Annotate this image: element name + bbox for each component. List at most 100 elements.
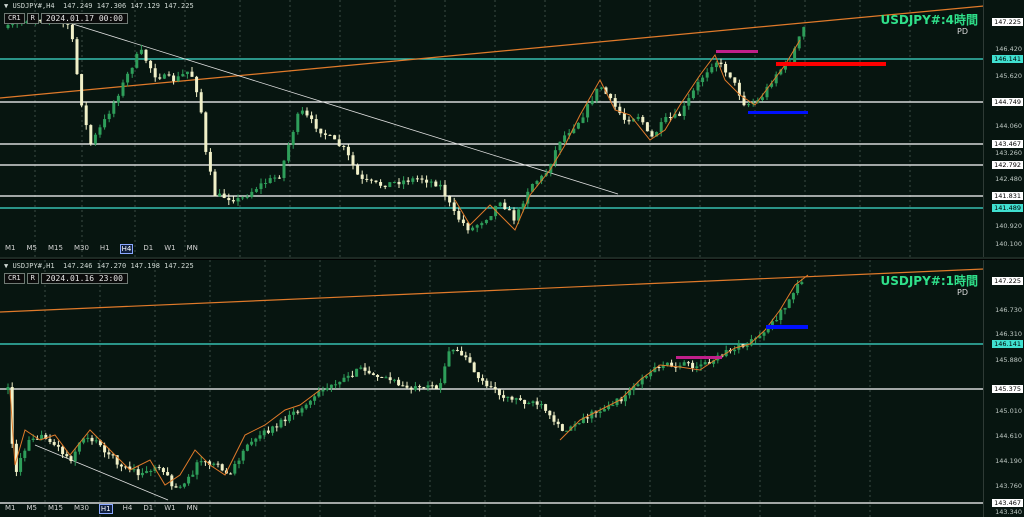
candle-body <box>69 456 73 462</box>
candle-body <box>426 385 430 388</box>
candle-body <box>241 450 245 461</box>
chart-pane-h4[interactable]: ▼ USDJPY#,H4 147.249 147.306 147.129 147… <box>0 0 1024 259</box>
axis-tick: 143.340 <box>995 508 1022 516</box>
level-label: 142.792 <box>992 161 1023 169</box>
candle-body <box>266 430 270 433</box>
candle-body <box>556 421 560 425</box>
tf-m30[interactable]: M30 <box>73 504 90 514</box>
cr1-button[interactable]: CR1 <box>4 13 25 24</box>
candle-body <box>728 72 732 78</box>
chart-pane-h1[interactable]: ▼ USDJPY#,H1 147.246 147.270 147.198 147… <box>0 260 1024 517</box>
candle-body <box>475 225 479 228</box>
tf-m5[interactable]: M5 <box>26 504 39 514</box>
candle-body <box>696 82 700 91</box>
collapse-triangle-icon[interactable]: ▼ <box>4 2 8 10</box>
candle-body <box>691 90 695 99</box>
candle-body <box>296 113 300 132</box>
tf-d1[interactable]: D1 <box>142 504 154 514</box>
tf-h4[interactable]: H4 <box>119 244 134 254</box>
candle-body <box>346 146 350 156</box>
candle-body <box>415 178 419 180</box>
tf-m15[interactable]: M15 <box>47 504 64 514</box>
r-button[interactable]: R <box>26 273 39 284</box>
candle-body <box>484 219 488 224</box>
candle-body <box>565 430 569 432</box>
candle-body <box>659 122 663 133</box>
axis-tick: 145.880 <box>995 356 1022 364</box>
candle-body <box>405 385 409 388</box>
candle-body <box>641 116 645 123</box>
candle-body <box>107 113 111 120</box>
tf-d1[interactable]: D1 <box>142 244 154 254</box>
candle-body <box>558 141 562 151</box>
candle-body <box>581 117 585 123</box>
candle-body <box>342 377 346 382</box>
candle-body <box>157 467 161 469</box>
candle-body <box>287 145 291 161</box>
tf-mn[interactable]: MN <box>186 504 199 514</box>
tf-h1[interactable]: H1 <box>98 504 113 514</box>
price-chart-h1[interactable] <box>0 260 984 517</box>
r-button[interactable]: R <box>26 13 39 24</box>
collapse-triangle-icon[interactable]: ▼ <box>4 262 8 270</box>
level-label: 141.489 <box>992 204 1023 212</box>
candle-body <box>451 349 455 352</box>
candle-body <box>182 483 186 487</box>
candle-body <box>195 462 199 475</box>
candle-body <box>512 210 516 221</box>
tf-m1[interactable]: M1 <box>4 244 17 254</box>
candle-body <box>664 116 668 123</box>
candle-body <box>273 177 277 179</box>
candle-body <box>665 362 669 366</box>
candle-body <box>220 464 224 471</box>
candle-body <box>271 426 275 433</box>
candle-body <box>314 119 318 129</box>
candle-body <box>135 53 139 68</box>
axis-tick: 145.010 <box>995 407 1022 415</box>
tf-m15[interactable]: M15 <box>47 244 64 254</box>
price-chart-h4[interactable] <box>0 0 984 257</box>
target-zone-red <box>776 62 886 66</box>
tf-m1[interactable]: M1 <box>4 504 17 514</box>
candle-body <box>89 125 93 144</box>
datetime-box: 2024.01.16 23:00 <box>40 273 128 284</box>
candle-body <box>418 386 422 388</box>
candle-body <box>258 435 262 439</box>
zigzag-line <box>454 39 801 231</box>
candle-body <box>455 349 459 351</box>
candle-body <box>166 472 170 476</box>
candle-body <box>236 198 240 202</box>
candle-body <box>351 155 355 166</box>
candle-body <box>719 62 723 64</box>
candle-body <box>216 463 220 465</box>
candle-body <box>75 39 79 75</box>
candle-body <box>259 183 263 190</box>
tf-h1[interactable]: H1 <box>99 244 111 254</box>
price-axis[interactable]: 147.225 146.420 146.141 145.620 144.749 … <box>983 0 1024 257</box>
candle-body <box>254 438 258 442</box>
candle-body <box>420 178 424 180</box>
candle-body <box>480 223 484 226</box>
axis-tick: 140.920 <box>995 222 1022 230</box>
candle-body <box>305 110 309 116</box>
candle-body <box>687 98 691 106</box>
price-axis[interactable]: 147.225 146.730 146.310 146.141 145.880 … <box>983 260 1024 517</box>
resistance-marker <box>716 50 758 53</box>
candle-body <box>402 180 406 185</box>
tf-m5[interactable]: M5 <box>26 244 39 254</box>
candle-body <box>397 181 401 185</box>
tf-mn[interactable]: MN <box>186 244 199 254</box>
candle-body <box>472 362 476 373</box>
tf-h4[interactable]: H4 <box>122 504 134 514</box>
candle-body <box>464 355 468 358</box>
candle-body <box>369 179 373 181</box>
candle-body <box>329 384 333 388</box>
cr1-button[interactable]: CR1 <box>4 273 25 284</box>
tf-w1[interactable]: W1 <box>163 504 176 514</box>
candle-body <box>498 202 502 206</box>
candle-body <box>586 104 590 118</box>
candle-body <box>376 374 380 377</box>
candle-body <box>599 87 603 89</box>
tf-m30[interactable]: M30 <box>73 244 90 254</box>
tf-w1[interactable]: W1 <box>163 244 176 254</box>
